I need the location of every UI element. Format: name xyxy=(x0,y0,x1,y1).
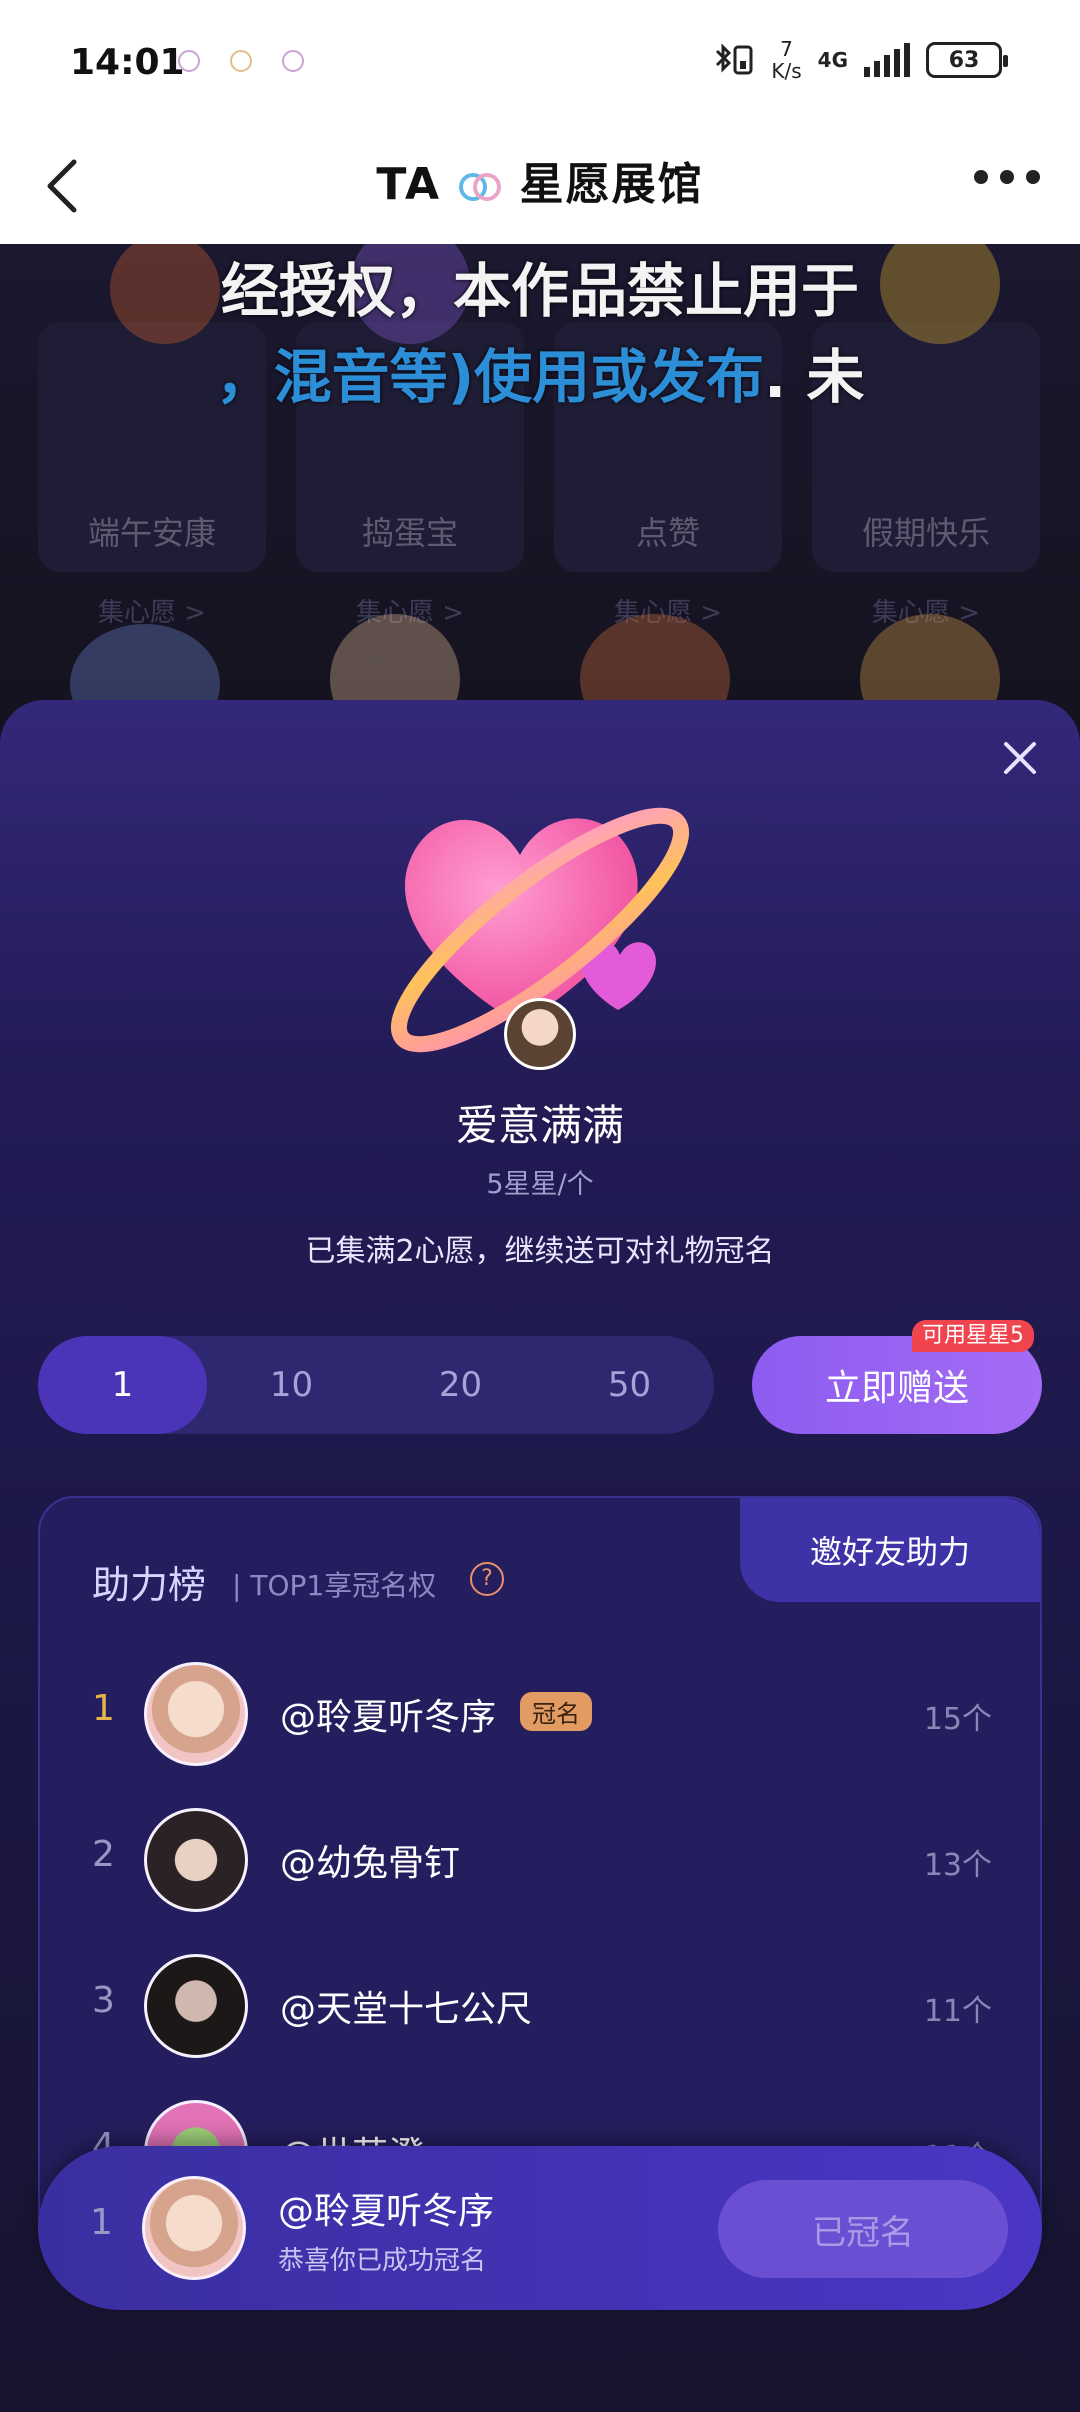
rank-user-name: @天堂十七公尺 xyxy=(280,1989,533,2030)
quantity-option-1[interactable]: 1 xyxy=(38,1336,207,1434)
leaderboard-row[interactable]: 1 @聆夏听冬序 冠名 15个 xyxy=(40,1650,1040,1770)
speed-unit: K/s xyxy=(771,59,802,83)
notification-icon xyxy=(178,50,200,72)
support-leaderboard: 邀好友助力 助力榜 | TOP1享冠名权 ? 1 @聆夏听冬序 冠名 15个 2… xyxy=(38,1496,1042,2256)
quantity-option-20[interactable]: 20 xyxy=(376,1336,545,1434)
help-icon[interactable]: ? xyxy=(470,1562,504,1596)
avatar[interactable] xyxy=(144,1808,248,1912)
owner-avatar[interactable] xyxy=(504,998,576,1070)
notification-icon xyxy=(282,50,304,72)
my-rank-bar: 1 @聆夏听冬序 恭喜你已成功冠名 已冠名 xyxy=(38,2146,1042,2310)
rank-count: 15个 xyxy=(923,1702,992,1737)
signal-icon xyxy=(864,43,910,77)
more-icon[interactable] xyxy=(974,170,1040,184)
status-bar: 14:01 7 K/s 4G 63 xyxy=(0,0,1080,128)
battery-level: 63 xyxy=(948,47,980,73)
status-time: 14:01 xyxy=(70,42,185,83)
speed-value: 7 xyxy=(780,37,793,61)
invite-friends-tab[interactable]: 邀好友助力 xyxy=(740,1498,1040,1602)
wish-name: 点赞 xyxy=(635,514,700,552)
gift-image xyxy=(70,624,220,704)
gift-price: 5星星/个 xyxy=(486,1169,594,1200)
rank-count: 11个 xyxy=(923,1994,992,2029)
title-ta: TA xyxy=(376,159,441,210)
wish-name: 假期快乐 xyxy=(861,514,990,552)
status-indicators: 7 K/s 4G 63 xyxy=(713,38,1008,82)
wish-name: 端午安康 xyxy=(87,514,216,552)
leaderboard-row[interactable]: 2 @幼兔骨钉 13个 xyxy=(40,1796,1040,1916)
bluetooth-vibrate-icon xyxy=(716,43,753,75)
rank-number: 1 xyxy=(92,1688,115,1729)
page-title: TA 星愿展馆 xyxy=(0,148,1080,212)
notification-icon xyxy=(230,50,252,72)
overlay-caption-line1: 经授权，本作品禁止用于 xyxy=(220,257,859,325)
rank-number: 3 xyxy=(92,1980,115,2021)
heart-logo-icon xyxy=(459,173,502,201)
rank-count: 13个 xyxy=(923,1848,992,1883)
close-icon[interactable] xyxy=(998,736,1042,780)
overlay-caption-tail: . 未 xyxy=(764,343,865,411)
my-rank-number: 1 xyxy=(90,2202,113,2243)
avatar[interactable] xyxy=(144,1954,248,2058)
nav-bar: TA 星愿展馆 xyxy=(0,128,1080,244)
rank-user-name: @幼兔骨钉 xyxy=(280,1843,461,1884)
rank-number: 2 xyxy=(92,1834,115,1875)
gift-name: 爱意满满 xyxy=(455,1101,624,1150)
leaderboard-row[interactable]: 3 @天堂十七公尺 11个 xyxy=(40,1942,1040,2062)
leaderboard-title: 助力榜 xyxy=(92,1563,207,1607)
network-type: 4G xyxy=(817,48,848,72)
crowned-button[interactable]: 已冠名 xyxy=(718,2180,1008,2278)
leaderboard-subtitle: | TOP1享冠名权 xyxy=(232,1569,437,1602)
overlay-caption-blue: ，混音等)使用或发布 xyxy=(215,343,765,411)
rank-user-name: @聆夏听冬序 xyxy=(280,1697,497,1738)
gift-sheet: 爱意满满 5星星/个 已集满2心愿，继续送可对礼物冠名 1 10 20 50 立… xyxy=(0,700,1080,2412)
wish-name: 捣蛋宝 xyxy=(361,514,458,552)
gift-status-text: 已集满2心愿，继续送可对礼物冠名 xyxy=(305,1234,775,1269)
avatar[interactable] xyxy=(144,1662,248,1766)
crown-tag: 冠名 xyxy=(520,1692,592,1731)
available-stars-badge: 可用星星5 xyxy=(912,1320,1034,1352)
crown-success-text: 恭喜你已成功冠名 xyxy=(278,2246,487,2276)
network-speed: 7 K/s xyxy=(771,38,801,82)
my-avatar[interactable] xyxy=(142,2176,246,2280)
battery-icon: 63 xyxy=(926,42,1008,78)
my-user-name: @聆夏听冬序 xyxy=(278,2191,495,2232)
wish-gallery-background: 端午安康 集心愿 > 捣蛋宝 集心愿 > 点赞 集心愿 > 假期快乐 集心愿 >… xyxy=(0,244,1080,704)
quantity-option-10[interactable]: 10 xyxy=(207,1336,376,1434)
quantity-selector: 1 10 20 50 xyxy=(38,1336,714,1434)
quantity-option-50[interactable]: 50 xyxy=(545,1336,714,1434)
overlay-caption-line2: ，混音等)使用或发布. 未 xyxy=(0,330,1080,414)
title-main: 星愿展馆 xyxy=(519,159,704,210)
